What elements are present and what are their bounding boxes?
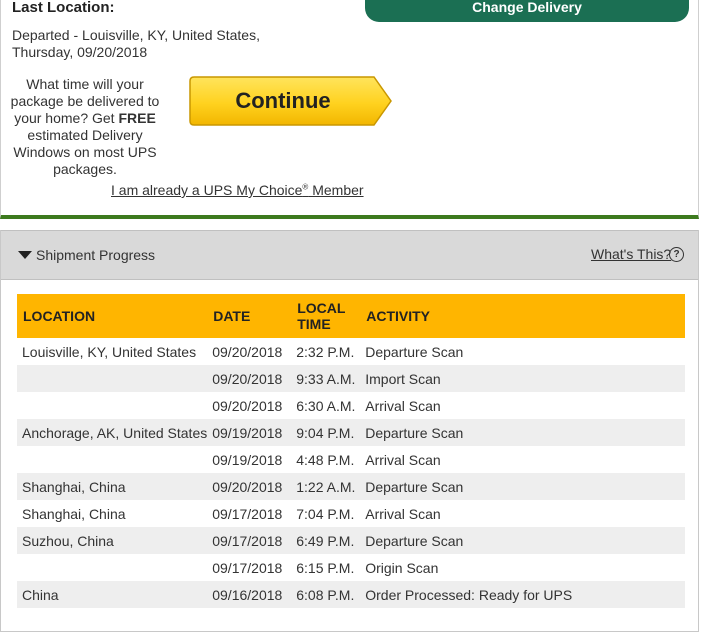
cell-date: 09/20/2018 [212, 397, 283, 414]
table-header-row: LOCATION DATE LOCAL TIME ACTIVITY [17, 294, 685, 338]
member-link-suffix: Member [308, 182, 364, 198]
cell-activity: Departure Scan [360, 473, 685, 500]
cell-activity: Arrival Scan [365, 397, 441, 414]
cell-location [17, 365, 208, 392]
cell-local-time: 2:32 P.M. [296, 343, 355, 360]
table-row: 09/19/2018 4:48 P.M. Arrival Scan [17, 446, 685, 473]
last-location-date: Thursday, 09/20/2018 [12, 44, 148, 60]
table-row: China 09/16/2018 6:08 P.M. Order Processed:… [17, 581, 685, 608]
cell-location: Anchorage, AK, United States [17, 419, 208, 446]
continue-button[interactable]: Continue [189, 76, 393, 126]
cell-local-time: 7:04 P.M. [296, 505, 355, 522]
my-choice-member-link[interactable]: I am already a UPS My Choice® Member [111, 182, 364, 198]
cell-location: Suzhou, China [17, 527, 208, 554]
cell-activity: Origin Scan [365, 559, 439, 576]
shipment-progress-header: Shipment Progress What's This? ? [1, 230, 698, 280]
cell-local-time: 6:15 P.M. [296, 559, 355, 576]
cell-location: China [17, 581, 208, 608]
cell-date: 09/17/2018 [212, 559, 283, 576]
my-choice-promo-text: What time will your package be delivered… [9, 76, 161, 178]
cell-local-time: 4:48 P.M. [296, 451, 355, 468]
change-delivery-button[interactable]: Change Delivery [365, 0, 689, 22]
cell-location: Louisville, KY, United States [22, 343, 197, 360]
cell-activity: Order Processed: Ready for UPS [360, 581, 685, 608]
cell-date: 09/16/2018 [207, 581, 292, 608]
cell-date: 09/20/2018 [212, 343, 283, 360]
cell-location: Shanghai, China [17, 473, 208, 500]
shipment-progress-section: Shipment Progress What's This? ? LOCATIO… [0, 230, 699, 632]
cell-date: 09/19/2018 [212, 451, 283, 468]
promo-free-text: FREE [118, 110, 156, 126]
table-row: Louisville, KY, United States 09/20/2018 2… [17, 338, 685, 365]
cell-local-time: 1:22 A.M. [291, 473, 361, 500]
table-row: Shanghai, China 09/17/2018 7:04 P.M. Arriva… [17, 500, 685, 527]
table-row: 09/17/2018 6:15 P.M. Origin Scan [17, 554, 685, 581]
column-header-location: LOCATION [17, 294, 208, 338]
cell-local-time: 6:08 P.M. [291, 581, 361, 608]
shipment-progress-table: LOCATION DATE LOCAL TIME ACTIVITY Louisv… [17, 294, 685, 608]
member-link-text: I am already a UPS My Choice [111, 182, 303, 198]
cell-activity: Import Scan [360, 365, 685, 392]
cell-activity: Departure Scan [365, 343, 464, 360]
cell-date: 09/20/2018 [207, 473, 292, 500]
cell-local-time: 9:33 A.M. [291, 365, 361, 392]
table-row: Suzhou, China 09/17/2018 6:49 P.M. Departur… [17, 527, 685, 554]
whats-this-link[interactable]: What's This? [591, 246, 671, 262]
cell-location [17, 554, 207, 581]
column-header-activity: ACTIVITY [360, 294, 685, 338]
cell-date: 09/20/2018 [207, 365, 292, 392]
cell-local-time: 6:49 P.M. [291, 527, 361, 554]
column-header-date: DATE [207, 294, 292, 338]
cell-date: 09/19/2018 [207, 419, 292, 446]
continue-label: Continue [235, 88, 331, 113]
cell-location [17, 392, 207, 419]
shipment-progress-toggle[interactable]: Shipment Progress [18, 247, 155, 263]
column-header-local-time: LOCAL TIME [291, 294, 361, 338]
collapse-triangle-icon [18, 251, 32, 259]
shipment-progress-title: Shipment Progress [36, 247, 156, 263]
cell-location [17, 446, 207, 473]
last-location-panel: Last Location: Departed - Louisville, KY… [0, 0, 699, 219]
last-location-status: Departed - Louisville, KY, United States… [12, 27, 260, 43]
table-row: Shanghai, China 09/20/2018 1:22 A.M. Depart… [17, 473, 685, 500]
help-circle-icon[interactable]: ? [669, 247, 684, 262]
cell-activity: Departure Scan [360, 527, 685, 554]
table-row: 09/20/2018 9:33 A.M. Import Scan [17, 365, 685, 392]
table-row: Anchorage, AK, United States 09/19/2018 9:… [17, 419, 685, 446]
cell-location: Shanghai, China [22, 505, 126, 522]
cell-activity: Departure Scan [360, 419, 685, 446]
last-location-label: Last Location: [12, 0, 115, 16]
cell-local-time: 9:04 P.M. [291, 419, 361, 446]
cell-activity: Arrival Scan [365, 505, 441, 522]
cell-activity: Arrival Scan [365, 451, 441, 468]
cell-date: 09/17/2018 [212, 505, 283, 522]
table-row: 09/20/2018 6:30 A.M. Arrival Scan [17, 392, 685, 419]
promo-text-end: estimated Delivery Windows on most UPS p… [13, 127, 157, 177]
cell-date: 09/17/2018 [207, 527, 292, 554]
cell-local-time: 6:30 A.M. [296, 397, 356, 414]
